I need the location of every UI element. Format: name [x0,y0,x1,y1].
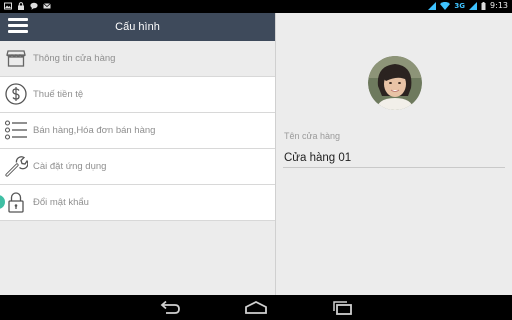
system-icons: 3G 9:13 [428,1,508,10]
recent-apps-icon[interactable] [330,298,356,317]
lock-icon [18,2,24,10]
menu-item-label: Thông tin cửa hàng [33,53,116,64]
signal-icon [428,1,437,10]
notification-icons [4,2,51,10]
store-avatar[interactable] [368,56,422,110]
list-icon [4,120,27,140]
menu-item-change-password[interactable]: Đổi mật khẩu [0,185,275,221]
menu-item-store-info[interactable]: Thông tin cửa hàng [0,41,275,77]
home-icon[interactable] [243,298,269,317]
menu-item-label: Cài đặt ứng dụng [33,161,107,172]
store-name-label: Tên cửa hàng [284,131,341,141]
wifi-icon [440,1,451,10]
menu-item-label: Bán hàng,Hóa đơn bán hàng [33,125,156,136]
app-toolbar: Cấu hình [0,13,275,41]
back-icon[interactable] [157,298,183,317]
store-info-panel: Tên cửa hàng [275,13,512,295]
menu-item-label: Đổi mật khẩu [33,197,89,208]
lock-icon [8,192,24,213]
hamburger-menu-icon[interactable] [8,18,28,36]
wrench-icon [5,156,28,177]
clock: 9:13 [490,1,508,10]
page-title: Cấu hình [115,21,160,33]
store-name-input[interactable] [283,148,505,168]
menu-item-app-settings[interactable]: Cài đặt ứng dụng [0,149,275,185]
chat-icon [30,2,38,10]
signal-bars-icon [469,1,478,10]
status-bar: 3G 9:13 [0,0,512,13]
mail-icon [43,3,51,9]
dollar-icon [5,83,27,105]
menu-item-currency-tax[interactable]: Thuế tiền tệ [0,77,275,113]
system-nav-bar [0,295,512,320]
network-type: 3G [454,1,466,10]
settings-menu-panel: Cấu hình Thông tin cửa hàng Thuế tiền tệ [0,13,275,295]
menu-item-label: Thuế tiền tệ [33,89,84,100]
store-icon [6,50,26,67]
image-icon [4,2,12,10]
menu-item-sales-invoices[interactable]: Bán hàng,Hóa đơn bán hàng [0,113,275,149]
battery-icon [481,1,486,10]
settings-menu-list: Thông tin cửa hàng Thuế tiền tệ Bán hàng… [0,41,275,221]
